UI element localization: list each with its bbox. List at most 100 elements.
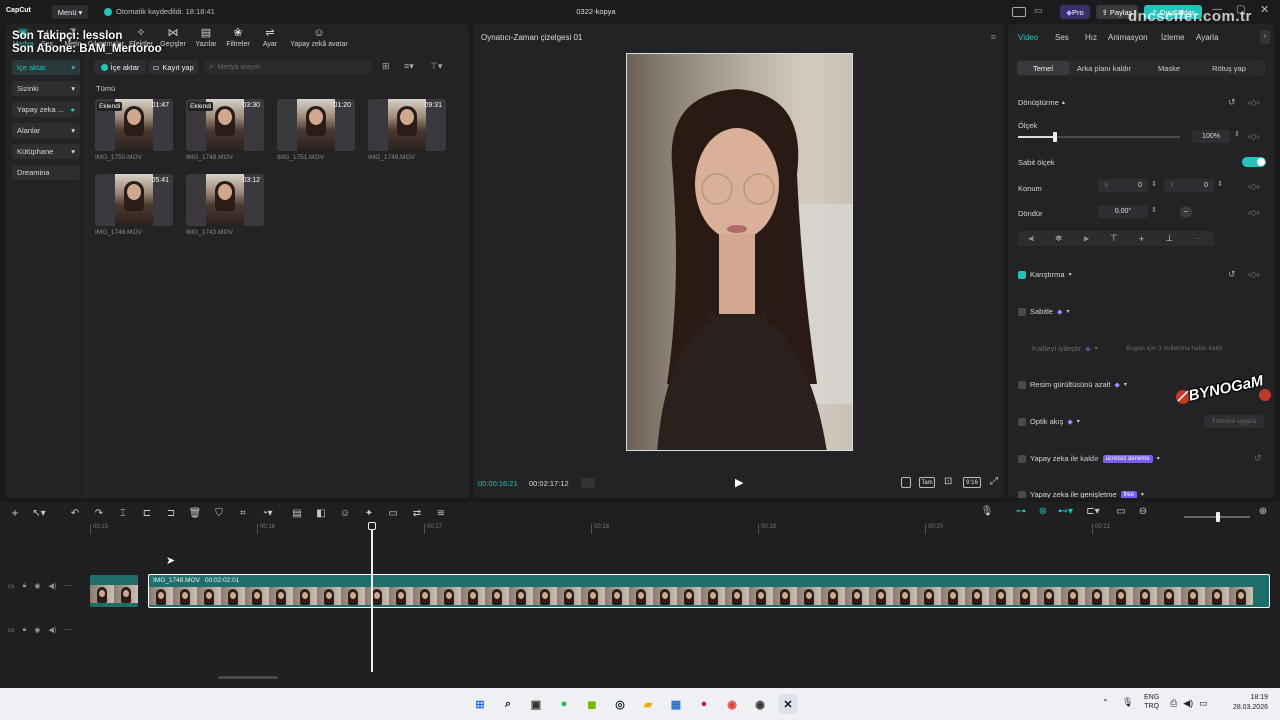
- sidebar-item-import[interactable]: İçe aktar ▾: [12, 60, 80, 75]
- speaker-icon[interactable]: ◀): [48, 582, 56, 590]
- keyframe-icon[interactable]: ‹◇›: [1248, 208, 1259, 217]
- blend-row[interactable]: Karıştırma ▾: [1018, 270, 1072, 279]
- mirror-icon[interactable]: ◧: [314, 508, 328, 519]
- redo-icon[interactable]: ↷: [92, 508, 106, 519]
- media-clip[interactable]: 03:12 IMG_1743.MOV: [186, 174, 264, 236]
- media-clip[interactable]: 09:31 IMG_1749.MOV: [368, 99, 446, 161]
- sidebar-item-ai[interactable]: Yapay zeka ... ●: [12, 102, 80, 117]
- preview-axis-icon[interactable]: ⊏▾: [1086, 506, 1100, 517]
- crop-icon[interactable]: ⊡: [944, 476, 952, 487]
- ai-remove-checkbox[interactable]: [1018, 454, 1026, 463]
- position-y-input[interactable]: Y0: [1164, 179, 1214, 192]
- scale-slider-handle[interactable]: [1053, 132, 1058, 142]
- eye-icon[interactable]: ◉: [34, 626, 40, 634]
- battery-icon[interactable]: ▭: [1199, 698, 1208, 709]
- ratio-button[interactable]: 9:16: [963, 477, 981, 488]
- transform-header[interactable]: Dönüştürme ▴: [1018, 98, 1065, 107]
- tab-audio[interactable]: Ses: [1055, 33, 1085, 42]
- media-clip[interactable]: 05:41 IMG_1746.MOV: [95, 174, 173, 236]
- tab-adjust[interactable]: Ayarla: [1196, 33, 1236, 42]
- replace-icon[interactable]: ⇄: [410, 508, 424, 519]
- tiktok-icon[interactable]: [901, 477, 911, 488]
- optical-flow-row[interactable]: Optik akış ◆ ▾: [1018, 417, 1080, 426]
- ai-remove-row[interactable]: Yapay zeka ile kaldır ücretsiz deneme ▾: [1018, 454, 1160, 463]
- media-clip[interactable]: 01:20 IMG_1751.MOV: [277, 99, 355, 161]
- magic-icon[interactable]: ✦: [362, 508, 376, 519]
- menu-icon[interactable]: ≡: [991, 32, 996, 42]
- align-right-icon[interactable]: ⫸: [1084, 233, 1089, 244]
- network-icon[interactable]: ⎙: [1170, 698, 1177, 709]
- tab-video[interactable]: Video: [1018, 33, 1055, 42]
- delete-icon[interactable]: 🗑: [188, 508, 202, 519]
- tab-ai-avatar[interactable]: ☺ Yapay zekâ avatar: [286, 28, 352, 49]
- shield-icon[interactable]: ⛉: [212, 508, 226, 519]
- reset-icon[interactable]: ↺: [1228, 269, 1236, 280]
- split-icon[interactable]: ⌶: [116, 508, 130, 519]
- windows-start-icon[interactable]: ⊞: [470, 694, 490, 714]
- sidebar-item-library[interactable]: Kütüphane ▾: [12, 144, 80, 159]
- more-icon[interactable]: ⋯: [64, 582, 71, 590]
- denoise-checkbox[interactable]: [1018, 380, 1026, 389]
- denoise-row[interactable]: Resim gürültüsünü azalt ◆ ▾: [1018, 380, 1127, 389]
- subtab-remove-bg[interactable]: Arka planı kaldır: [1069, 64, 1139, 73]
- rotate-dial-icon[interactable]: –: [1180, 206, 1192, 218]
- position-x-input[interactable]: X0: [1098, 179, 1148, 192]
- tab-tracking[interactable]: İzleme: [1161, 33, 1196, 42]
- tab-filters[interactable]: ❀ Filtreler: [222, 28, 254, 49]
- grid-view-icon[interactable]: ⊞: [382, 61, 390, 72]
- playhead[interactable]: [371, 526, 373, 672]
- spotify-icon[interactable]: ●: [554, 694, 574, 714]
- microphone-icon[interactable]: 🎙: [1122, 697, 1133, 708]
- tab-captions[interactable]: ▤ Yazılar: [190, 28, 222, 49]
- scale-value[interactable]: 100%: [1192, 130, 1230, 143]
- keyframe-icon[interactable]: ‹◇›: [1248, 132, 1259, 141]
- timeline-scrollbar[interactable]: [218, 676, 278, 679]
- waveform-icon[interactable]: ≋: [434, 508, 448, 519]
- stepper-icon[interactable]: ⇕: [1234, 130, 1240, 138]
- rotate-value[interactable]: 0.00°: [1098, 205, 1148, 218]
- stepper-icon[interactable]: ⇕: [1217, 180, 1223, 188]
- search-icon[interactable]: ⌕: [498, 694, 518, 714]
- fullscreen-icon[interactable]: ⤢: [990, 476, 998, 487]
- sort-icon[interactable]: ≡▾: [404, 61, 414, 72]
- track-thumb-icon[interactable]: ▭: [8, 626, 15, 634]
- speaker-icon[interactable]: ◀): [48, 626, 56, 634]
- keyframe-icon[interactable]: ‹◇›: [1248, 182, 1259, 191]
- enhance-row[interactable]: Kaliteyi iyileştir ◆ ▾: [1032, 344, 1098, 353]
- pointer-icon[interactable]: ↖▾: [32, 508, 46, 519]
- add-icon[interactable]: +: [8, 506, 22, 520]
- sidebar-item-yours[interactable]: Sizinki ▾: [12, 81, 80, 96]
- subtab-mask[interactable]: Maske: [1139, 64, 1199, 73]
- apply-all-button[interactable]: Tümüne uygula: [1204, 415, 1264, 428]
- captions-icon[interactable]: ▤: [290, 508, 304, 519]
- split-right-icon[interactable]: ⊐: [164, 508, 178, 519]
- tab-adjust[interactable]: ⇌ Ayar: [254, 28, 286, 49]
- markers-icon[interactable]: [581, 478, 595, 488]
- snap-icon[interactable]: ⊷▾: [1058, 506, 1073, 517]
- close-icon[interactable]: ✕: [1260, 3, 1269, 16]
- scale-slider[interactable]: [1018, 132, 1180, 142]
- ai-expand-checkbox[interactable]: [1018, 490, 1026, 498]
- zoom-out-icon[interactable]: ⊖: [1136, 506, 1150, 517]
- person-icon[interactable]: ☺: [338, 508, 352, 519]
- timeline-clip[interactable]: [90, 575, 138, 607]
- stabilize-checkbox[interactable]: [1018, 307, 1026, 316]
- nvidia-icon[interactable]: ◼: [582, 694, 602, 714]
- eye-icon[interactable]: ◉: [34, 582, 40, 590]
- language-indicator[interactable]: ENG TRQ: [1144, 693, 1159, 711]
- sidebar-item-dreamina[interactable]: Dreamina: [12, 165, 80, 180]
- playhead-handle[interactable]: [368, 522, 376, 530]
- capcut-icon[interactable]: ✕: [778, 694, 798, 714]
- link-icon[interactable]: ⊶: [1014, 506, 1028, 517]
- reset-icon[interactable]: ↺: [1228, 97, 1236, 108]
- align-bottom-icon[interactable]: ⊥: [1165, 233, 1173, 244]
- optical-flow-checkbox[interactable]: [1018, 417, 1026, 426]
- lock-icon[interactable]: 🔒︎: [23, 582, 27, 590]
- crop-icon[interactable]: ⌗: [236, 508, 250, 519]
- zoom-slider[interactable]: [1184, 512, 1250, 522]
- stepper-icon[interactable]: ⇕: [1151, 180, 1157, 188]
- tab-speed[interactable]: Hız: [1085, 33, 1108, 42]
- app-icon[interactable]: ●: [694, 694, 714, 714]
- chevron-right-icon[interactable]: ›: [1260, 30, 1270, 44]
- chrome-icon[interactable]: ◉: [722, 694, 742, 714]
